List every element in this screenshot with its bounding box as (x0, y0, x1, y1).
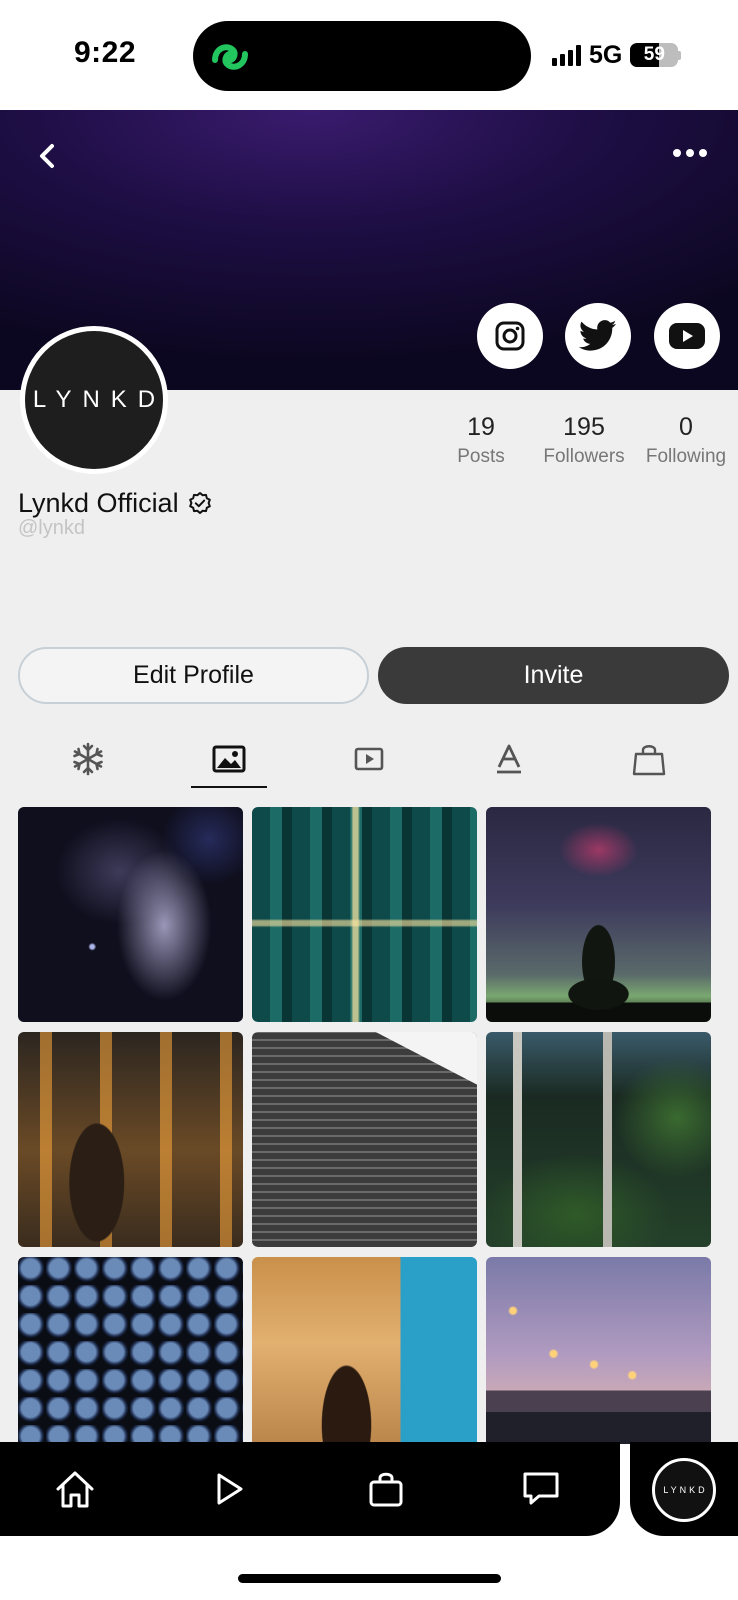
snowflake-icon (73, 742, 103, 776)
stat-followers[interactable]: 195 Followers (534, 412, 634, 468)
network-label: 5G (589, 40, 623, 69)
twitter-icon (579, 320, 617, 351)
tab-shop[interactable] (611, 734, 687, 784)
grid-photo-city-aerial[interactable] (252, 807, 477, 1022)
tab-text[interactable] (471, 734, 547, 784)
shopping-bag-icon (632, 745, 666, 776)
text-icon (497, 744, 521, 774)
grid-photo-blue-spheres[interactable] (18, 1257, 243, 1444)
play-icon (217, 1473, 243, 1505)
youtube-icon (669, 323, 705, 349)
edit-profile-button[interactable]: Edit Profile (18, 647, 369, 704)
status-bar: 9:22 5G 59 (0, 0, 738, 110)
grid-photo-apartment-building[interactable] (252, 1032, 477, 1247)
more-horizontal-icon[interactable] (670, 138, 710, 168)
invite-button[interactable]: Invite (378, 647, 729, 704)
bottom-navigation (0, 1442, 620, 1536)
nav-play[interactable] (204, 1466, 254, 1512)
grid-photo-bridge-sunset[interactable] (486, 1257, 711, 1444)
tab-snowflake[interactable] (50, 734, 126, 784)
home-indicator[interactable] (238, 1574, 501, 1583)
status-time: 9:22 (74, 36, 137, 69)
nav-avatar[interactable]: LYNKD (652, 1458, 716, 1522)
tab-videos[interactable] (331, 734, 407, 784)
followers-label: Followers (543, 446, 625, 467)
stat-posts[interactable]: 19 Posts (446, 412, 516, 468)
profile-name: Lynkd Official (18, 488, 179, 518)
following-label: Following (645, 446, 727, 467)
grid-photo-space-nebula[interactable] (18, 807, 243, 1022)
image-icon (212, 745, 246, 773)
profile-handle: @lynkd (18, 517, 85, 539)
instagram-icon (495, 321, 525, 351)
signal-icon (552, 44, 581, 66)
chat-icon (523, 1472, 559, 1505)
linked-app-icon (212, 44, 248, 70)
verified-badge-icon (188, 491, 211, 514)
nav-shop[interactable] (361, 1466, 411, 1512)
grid-photo-milky-way-tree[interactable] (486, 807, 711, 1022)
chevron-left-icon[interactable] (30, 136, 66, 176)
active-tab-indicator (191, 786, 267, 788)
posts-label: Posts (457, 446, 505, 467)
avatar-logo-text: LYNKD (32, 386, 167, 413)
following-count: 0 (679, 413, 693, 441)
home-icon (56, 1471, 94, 1508)
instagram-button[interactable] (477, 303, 543, 369)
status-indicators: 5G 59 (552, 38, 682, 72)
battery-level: 59 (643, 44, 665, 65)
tab-photos[interactable] (191, 734, 267, 784)
nav-profile[interactable]: LYNKD (630, 1442, 738, 1536)
youtube-button[interactable] (654, 303, 720, 369)
twitter-button[interactable] (565, 303, 631, 369)
posts-count: 19 (467, 413, 495, 441)
photo-grid (18, 807, 713, 1444)
profile-name-row: Lynkd Official (18, 488, 213, 519)
grid-photo-green-terraces[interactable] (486, 1032, 711, 1247)
avatar[interactable]: LYNKD (20, 326, 168, 474)
followers-count: 195 (563, 413, 605, 441)
nav-avatar-text: LYNKD (663, 1485, 708, 1495)
battery-icon: 59 (630, 43, 679, 67)
video-icon (354, 747, 384, 771)
dynamic-island (193, 21, 531, 91)
grid-photo-arc-de-triomphe[interactable] (252, 1257, 477, 1444)
stat-following[interactable]: 0 Following (638, 412, 734, 468)
grid-photo-arch-colonnade[interactable] (18, 1032, 243, 1247)
nav-messages[interactable] (516, 1466, 566, 1512)
shopping-bag-icon (369, 1472, 403, 1507)
nav-home[interactable] (50, 1466, 100, 1512)
